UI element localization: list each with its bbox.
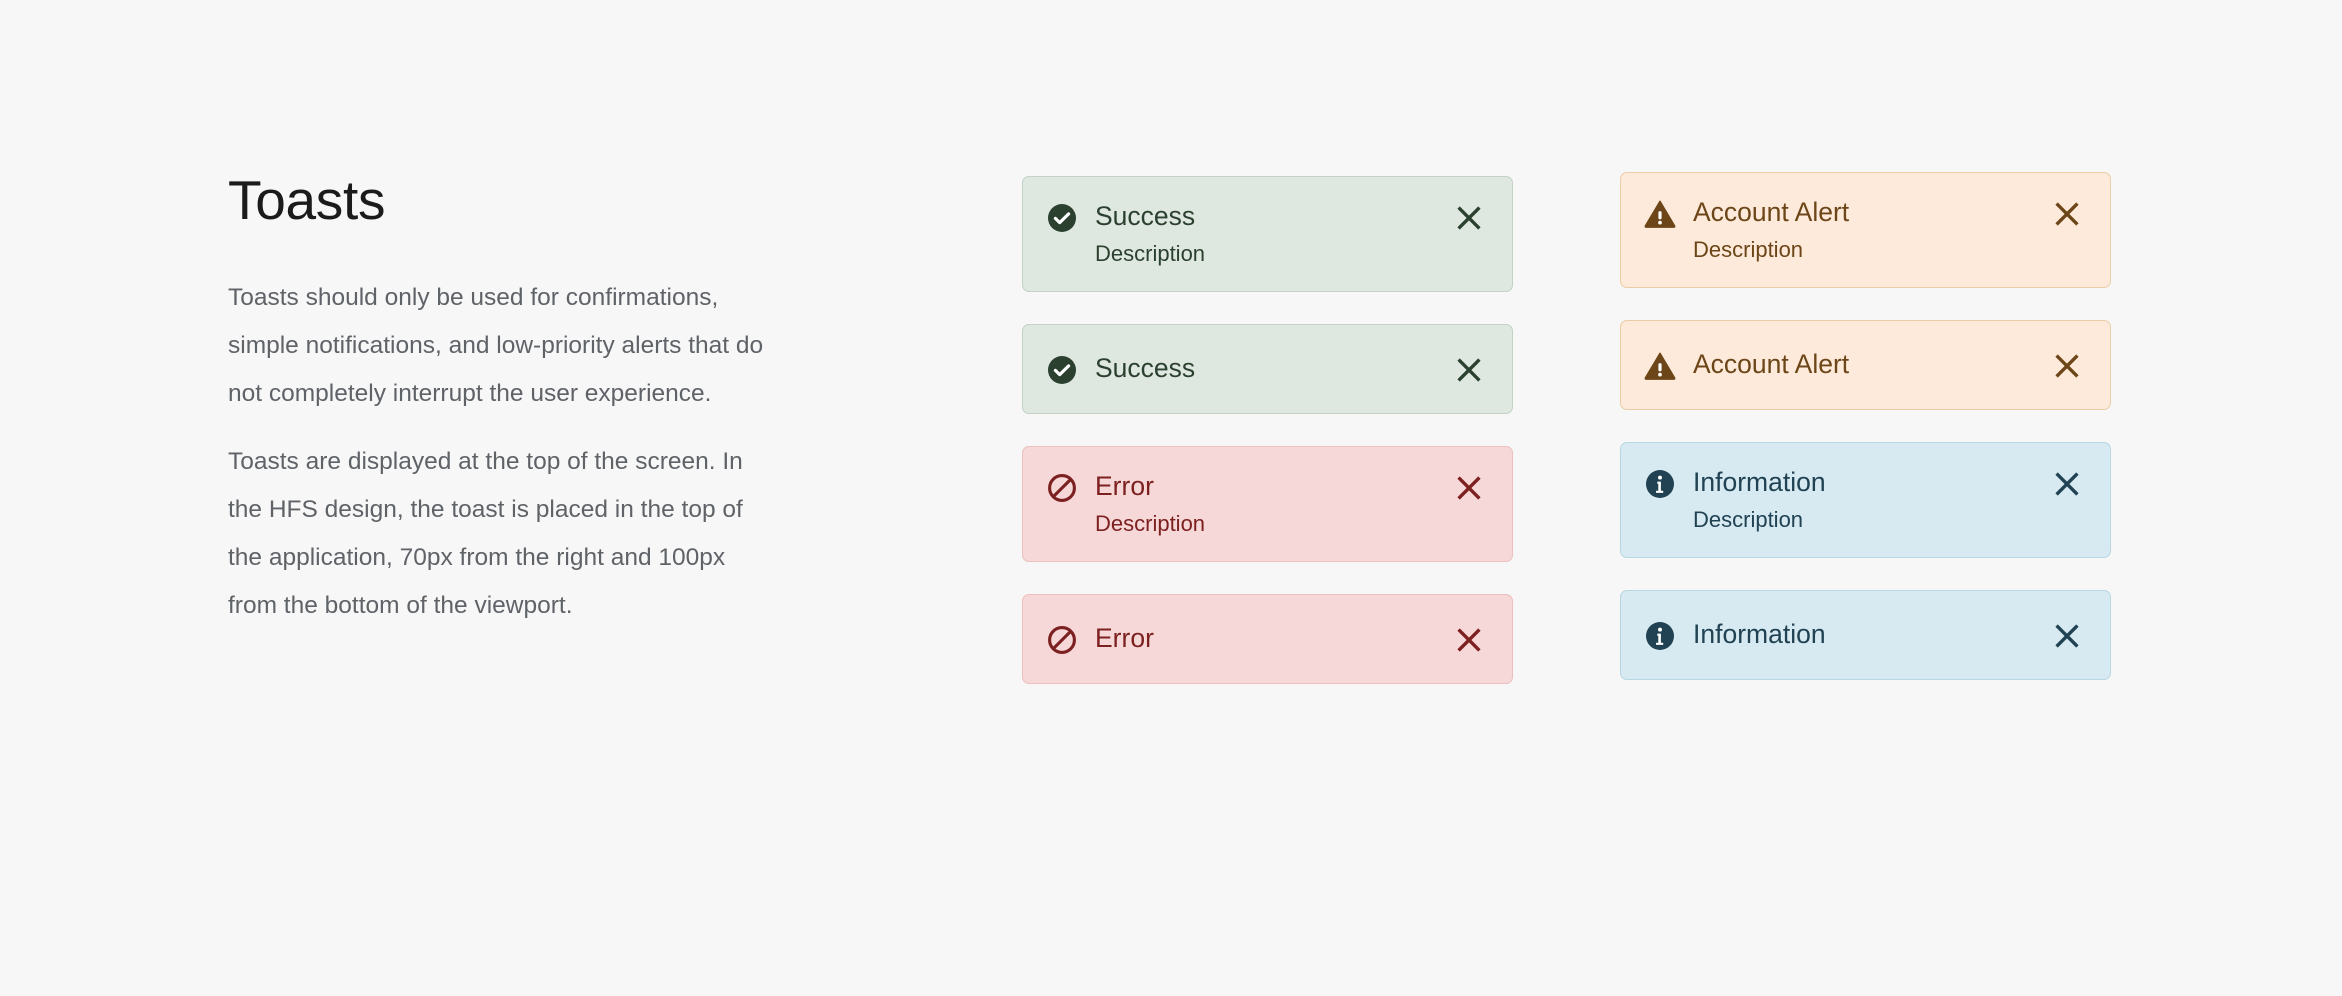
toast-error-title-only: Error xyxy=(1022,594,1513,684)
warning-triangle-icon xyxy=(1643,349,1677,383)
toast-title: Success xyxy=(1095,201,1196,231)
close-icon xyxy=(2050,349,2084,383)
info-circle-icon xyxy=(1643,619,1677,653)
toast-text-block: Success xyxy=(1095,351,1440,385)
toast-title: Account Alert xyxy=(1693,349,1850,379)
documentation-column: Toasts Toasts should only be used for co… xyxy=(228,169,788,630)
intro-paragraph-1: Toasts should only be used for confirmat… xyxy=(228,283,764,407)
toast-close-button[interactable] xyxy=(1452,353,1486,387)
info-circle-icon xyxy=(1643,467,1677,501)
toast-close-button[interactable] xyxy=(2050,349,2084,383)
toast-warning-with-description: Account Alert Description xyxy=(1620,172,2111,288)
toast-close-button[interactable] xyxy=(2050,197,2084,231)
toast-info-title-only: Information xyxy=(1620,590,2111,680)
toast-warning-title-only: Account Alert xyxy=(1620,320,2111,410)
toast-description: Description xyxy=(1693,237,1804,262)
toast-title: Error xyxy=(1095,623,1154,653)
page-title: Toasts xyxy=(228,169,386,231)
toast-title: Information xyxy=(1693,467,1826,497)
toast-close-button[interactable] xyxy=(2050,619,2084,653)
check-circle-icon xyxy=(1045,201,1079,235)
toast-close-button[interactable] xyxy=(1452,201,1486,235)
toast-info-with-description: Information Description xyxy=(1620,442,2111,558)
toast-close-button[interactable] xyxy=(1452,471,1486,505)
close-icon xyxy=(1452,201,1486,235)
intro-paragraph-2: Toasts are displayed at the top of the s… xyxy=(228,447,743,619)
close-icon xyxy=(2050,467,2084,501)
toast-text-block: Error xyxy=(1095,621,1440,655)
toast-text-block: Information Description xyxy=(1693,465,2038,535)
toast-close-button[interactable] xyxy=(2050,467,2084,501)
toast-close-button[interactable] xyxy=(1452,623,1486,657)
toast-error-with-description: Error Description xyxy=(1022,446,1513,562)
close-icon xyxy=(2050,197,2084,231)
warning-triangle-icon xyxy=(1643,197,1677,231)
toast-description: Description xyxy=(1095,511,1206,536)
close-icon xyxy=(1452,623,1486,657)
toast-description: Description xyxy=(1095,241,1206,266)
toast-text-block: Error Description xyxy=(1095,469,1440,539)
close-icon xyxy=(1452,471,1486,505)
toast-text-block: Account Alert Description xyxy=(1693,195,2038,265)
toast-success-with-description: Success Description xyxy=(1022,176,1513,292)
toast-title: Account Alert xyxy=(1693,197,1850,227)
toast-text-block: Information xyxy=(1693,617,2038,651)
toast-success-title-only: Success xyxy=(1022,324,1513,414)
toast-text-block: Success Description xyxy=(1095,199,1440,269)
close-icon xyxy=(1452,353,1486,387)
prohibited-icon xyxy=(1045,623,1079,657)
close-icon xyxy=(2050,619,2084,653)
toast-title: Success xyxy=(1095,353,1196,383)
toast-title: Information xyxy=(1693,619,1826,649)
toast-text-block: Account Alert xyxy=(1693,347,2038,381)
prohibited-icon xyxy=(1045,471,1079,505)
toast-column-right: Account Alert Description Account Alert I… xyxy=(1620,172,2111,712)
toast-title: Error xyxy=(1095,471,1154,501)
toast-description: Description xyxy=(1693,507,1804,532)
toast-column-left: Success Description Success Error Descript… xyxy=(1022,176,1513,716)
check-circle-icon xyxy=(1045,353,1079,387)
